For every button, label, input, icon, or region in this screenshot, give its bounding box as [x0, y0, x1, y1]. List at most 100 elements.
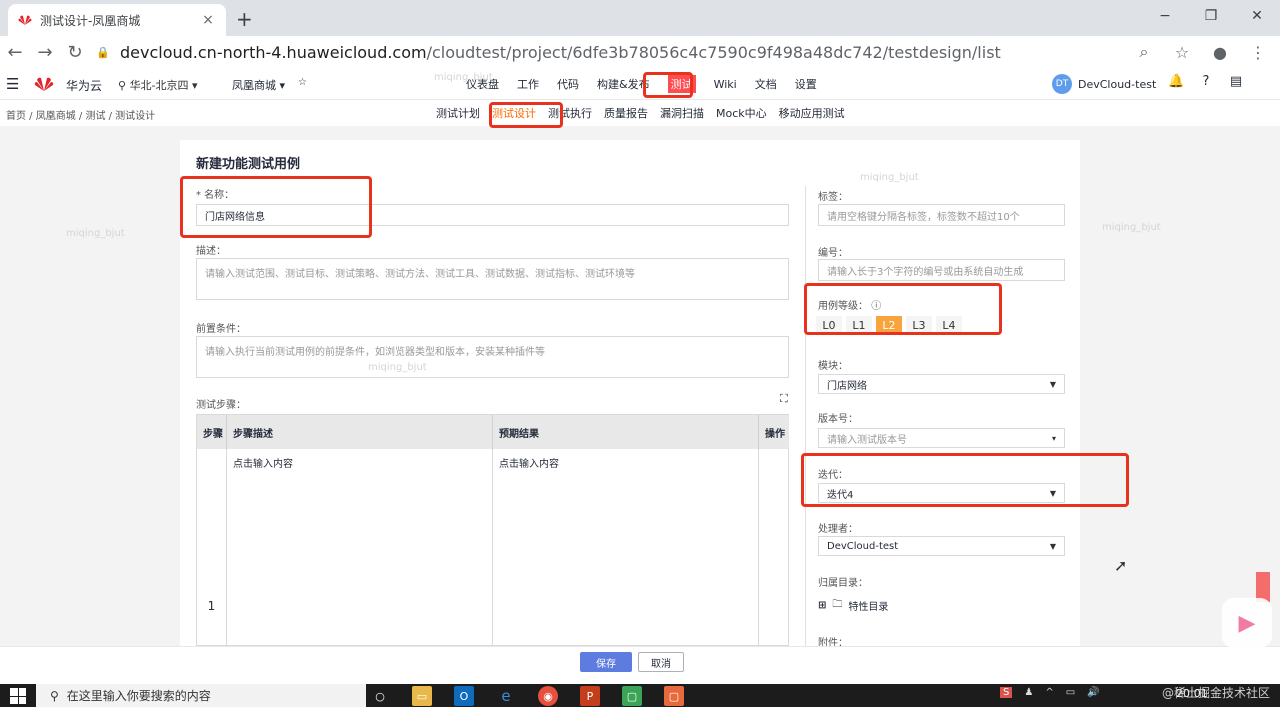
- version-label: 版本号：: [818, 414, 858, 425]
- bookmark-star-icon[interactable]: ☆: [1170, 43, 1194, 62]
- subnav-mobile-test[interactable]: 移动应用测试: [779, 105, 845, 121]
- step-expected-cell[interactable]: 点击输入内容: [493, 449, 759, 645]
- minimize-icon[interactable]: −: [1142, 0, 1188, 32]
- level-l4[interactable]: L4: [936, 316, 962, 334]
- nav-wiki[interactable]: Wiki: [714, 78, 737, 91]
- tray-app-icon[interactable]: S: [1000, 687, 1013, 698]
- edge-icon[interactable]: e: [496, 686, 516, 706]
- browser-toolbar: ← → ↻ 🔒 devcloud.cn-north-4.huaweicloud.…: [0, 36, 1280, 68]
- user-menu[interactable]: DT DevCloud-test: [1052, 74, 1156, 94]
- chrome-icon[interactable]: ◉: [538, 686, 558, 706]
- level-l3[interactable]: L3: [906, 316, 932, 334]
- new-tab-icon[interactable]: +: [236, 7, 253, 31]
- page-title: 新建功能测试用例: [196, 157, 301, 172]
- handler-select[interactable]: DevCloud-test ▼: [818, 536, 1065, 556]
- subnav-test-plan[interactable]: 测试计划: [436, 105, 480, 121]
- description-textarea[interactable]: 请输入测试范围、测试目标、测试策略、测试方法、测试工具、测试数据、测试指标、测试…: [196, 258, 789, 300]
- chevron-down-icon: ▼: [1049, 541, 1056, 551]
- subnav-test-design[interactable]: 测试设计: [492, 105, 536, 121]
- breadcrumb[interactable]: 首页 / 凤凰商城 / 测试 / 测试设计: [6, 107, 155, 122]
- level-l1[interactable]: L1: [846, 316, 872, 334]
- app-green-icon[interactable]: ▢: [622, 686, 642, 706]
- cancel-button[interactable]: 取消: [638, 652, 684, 672]
- windows-taskbar: ⚲ 在这里输入你要搜索的内容 ○ ▭ O e ◉ P ▢ ▢ S ♟ ^ ▭ 🔊…: [0, 684, 1280, 707]
- level-l0[interactable]: L0: [816, 316, 842, 334]
- url-text: devcloud.cn-north-4.huaweicloud.com/clou…: [120, 42, 1001, 62]
- handler-label: 处理者：: [818, 524, 858, 535]
- app-header: ☰ 华为云 ⚲ 华北-北京四 ▾ 凤凰商城 ▾ ☆ 仪表盘 工作 代码 构建&发…: [0, 68, 1280, 100]
- close-tab-icon[interactable]: ×: [200, 12, 216, 28]
- apps-icon[interactable]: ▤: [1228, 74, 1244, 89]
- nav-settings[interactable]: 设置: [795, 76, 817, 92]
- step-action-cell[interactable]: [759, 449, 789, 645]
- level-l2[interactable]: L2: [876, 316, 902, 334]
- watermark-text: @稀土掘金技术社区: [1161, 686, 1270, 700]
- zoom-icon[interactable]: ⌕: [1132, 42, 1156, 62]
- chevron-down-icon: ▾: [1051, 433, 1056, 443]
- address-bar[interactable]: 🔒 devcloud.cn-north-4.huaweicloud.com/cl…: [96, 38, 1176, 66]
- nav-test[interactable]: 测试: [667, 75, 696, 93]
- help-icon[interactable]: ?: [1198, 74, 1214, 89]
- nav-docs[interactable]: 文档: [755, 76, 777, 92]
- tags-input[interactable]: 请用空格键分隔各标签，标签数不超过10个: [818, 204, 1065, 226]
- taskbar-search-placeholder: 在这里输入你要搜索的内容: [66, 689, 211, 703]
- powerpoint-icon[interactable]: P: [580, 686, 600, 706]
- number-input[interactable]: 请输入长于3个字符的编号或由系统自动生成: [818, 259, 1065, 281]
- name-input[interactable]: 门店网络信息: [196, 204, 789, 226]
- sub-header: 首页 / 凤凰商城 / 测试 / 测试设计 测试计划 测试设计 测试执行 质量报…: [0, 100, 1280, 126]
- subnav-mock-center[interactable]: Mock中心: [716, 105, 767, 121]
- nav-build-release[interactable]: 构建&发布: [597, 76, 650, 92]
- steps-table: 步骤 步骤描述 预期结果 操作 1 点击输入内容 点击输入内容: [196, 414, 789, 646]
- description-label: 描述：: [196, 246, 226, 257]
- directory-tree[interactable]: ⊞ 🗀 特性目录: [818, 597, 888, 614]
- video-play-icon[interactable]: ▶: [1222, 598, 1272, 648]
- profile-icon[interactable]: ●: [1208, 43, 1232, 62]
- top-nav: 仪表盘 工作 代码 构建&发布 测试 Wiki 文档 设置: [466, 68, 835, 100]
- fullscreen-icon[interactable]: ⛶: [780, 392, 788, 406]
- close-window-icon[interactable]: ✕: [1234, 0, 1280, 32]
- precondition-textarea[interactable]: 请输入执行当前测试用例的前提条件，如浏览器类型和版本，安装某种插件等: [196, 336, 789, 378]
- hamburger-menu-icon[interactable]: ☰: [6, 75, 19, 93]
- expand-plus-icon[interactable]: ⊞: [818, 600, 826, 611]
- directory-node[interactable]: 特性目录: [848, 598, 888, 613]
- region-selector[interactable]: ⚲ 华北-北京四 ▾: [118, 77, 198, 93]
- page-watermark: miqing_bjut: [1102, 222, 1161, 233]
- subnav-quality-report[interactable]: 质量报告: [604, 105, 648, 121]
- project-selector[interactable]: 凤凰商城 ▾: [232, 77, 285, 93]
- nav-code[interactable]: 代码: [557, 76, 579, 92]
- search-icon: ⚲: [50, 688, 59, 703]
- menu-dots-icon[interactable]: ⋮: [1246, 43, 1270, 62]
- number-label: 编号：: [818, 248, 848, 259]
- brand-name[interactable]: 华为云: [66, 77, 102, 94]
- iteration-select[interactable]: 迭代4 ▼: [818, 483, 1065, 503]
- save-button[interactable]: 保存: [580, 652, 632, 672]
- app-orange-icon[interactable]: ▢: [664, 686, 684, 706]
- tray-people-icon[interactable]: ♟: [1024, 687, 1033, 698]
- outlook-icon[interactable]: O: [454, 686, 474, 706]
- nav-work[interactable]: 工作: [517, 76, 539, 92]
- tray-network-icon[interactable]: ▭: [1066, 687, 1075, 698]
- huawei-logo-icon[interactable]: [34, 76, 54, 92]
- step-desc-cell[interactable]: 点击输入内容: [227, 449, 493, 645]
- module-select[interactable]: 门店网络 ▼: [818, 374, 1065, 394]
- info-icon[interactable]: ⓘ: [871, 301, 881, 312]
- subnav-test-execution[interactable]: 测试执行: [548, 105, 592, 121]
- notification-bell-icon[interactable]: 🔔: [1168, 74, 1184, 89]
- reload-icon[interactable]: ↻: [60, 42, 90, 63]
- level-selector: L0 L1 L2 L3 L4: [816, 316, 962, 334]
- page-watermark: miqing_bjut: [66, 228, 125, 239]
- tray-volume-icon[interactable]: 🔊: [1087, 687, 1099, 698]
- file-explorer-icon[interactable]: ▭: [412, 686, 432, 706]
- subnav-vuln-scan[interactable]: 漏洞扫描: [660, 105, 704, 121]
- browser-tab[interactable]: 测试设计-凤凰商城 ×: [8, 4, 226, 36]
- version-select[interactable]: 请输入测试版本号 ▾: [818, 428, 1065, 448]
- forward-icon[interactable]: →: [30, 42, 60, 63]
- windows-start-icon[interactable]: [10, 688, 26, 704]
- taskbar-search[interactable]: ⚲ 在这里输入你要搜索的内容: [36, 684, 366, 707]
- tray-expand-icon[interactable]: ^: [1045, 687, 1053, 698]
- back-icon[interactable]: ←: [0, 42, 30, 63]
- task-view-icon[interactable]: ○: [370, 686, 390, 706]
- restore-icon[interactable]: ❐: [1188, 0, 1234, 32]
- favorite-star-icon[interactable]: ☆: [298, 77, 307, 88]
- page-watermark: miqing_bjut: [434, 72, 493, 83]
